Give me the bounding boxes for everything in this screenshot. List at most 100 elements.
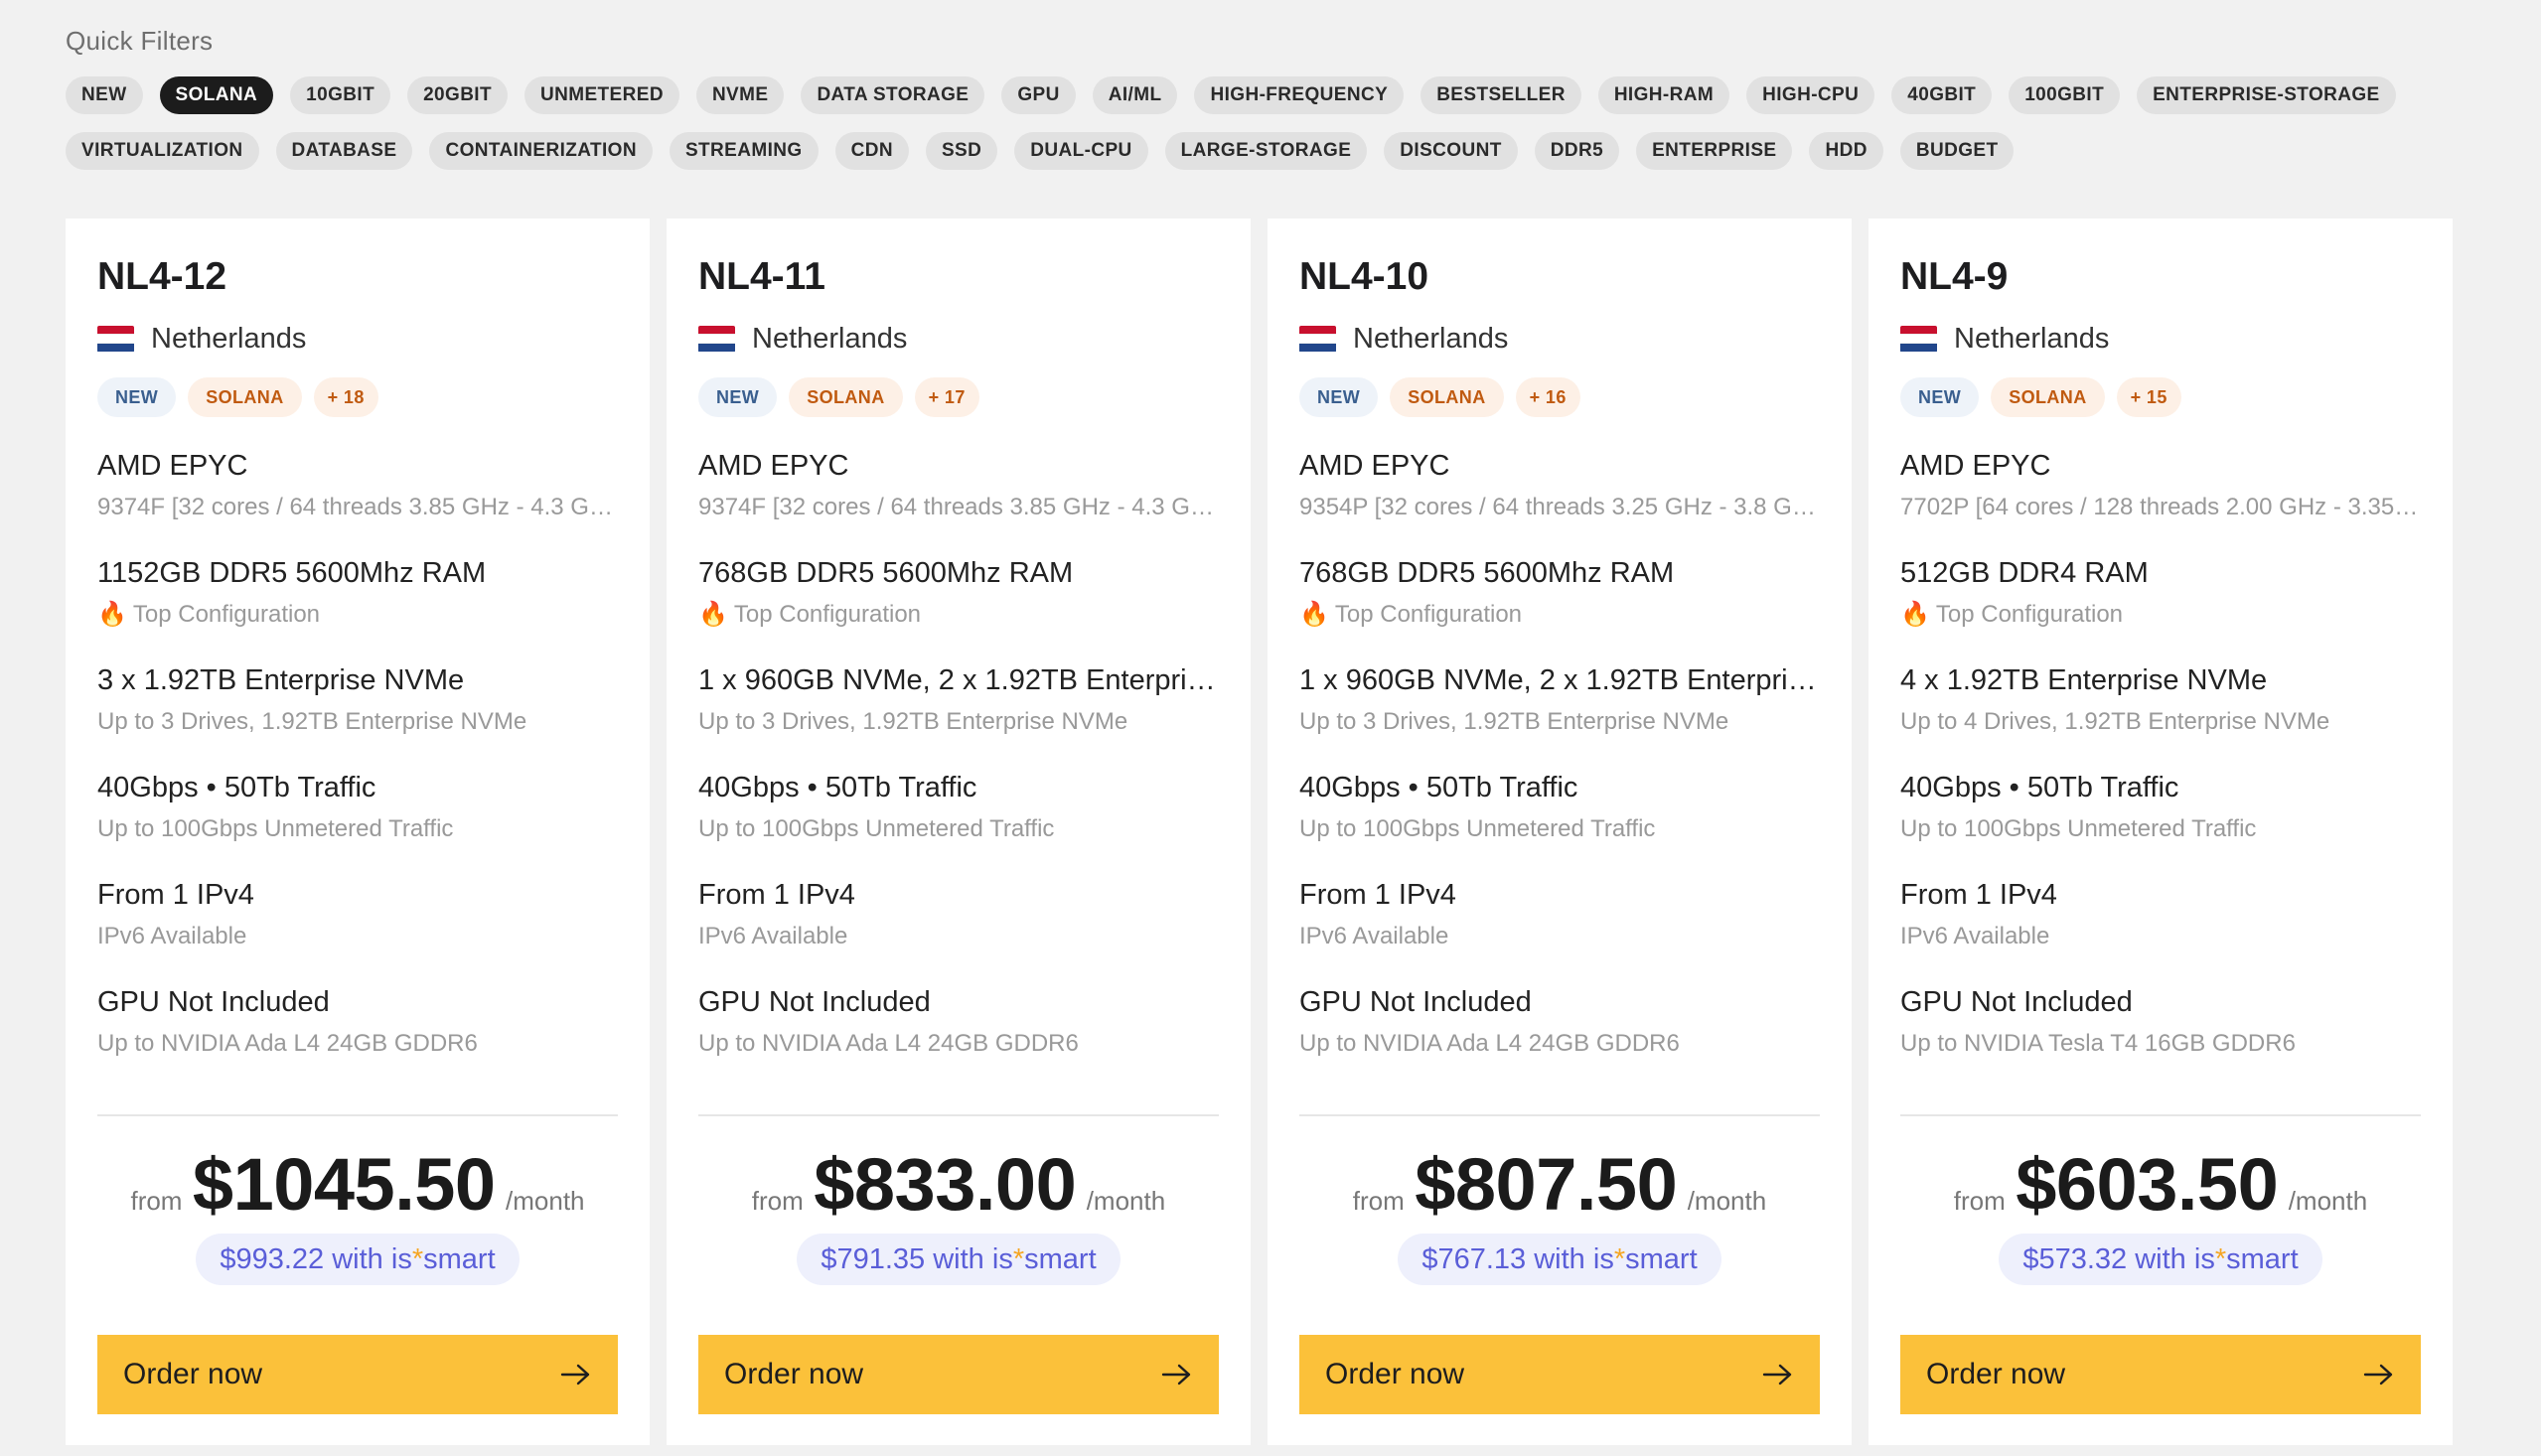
tag-more[interactable]: + 15 [2116, 377, 2181, 417]
smart-name: smart [423, 1243, 496, 1275]
server-card: NL4-12 Netherlands NEW SOLANA + 18 AMD E… [66, 218, 650, 1445]
server-title: NL4-9 [1900, 255, 2009, 298]
ram-label: 1152GB DDR5 5600Mhz RAM [97, 557, 487, 589]
price-period: /month [1086, 1186, 1166, 1216]
tag-solana: SOLANA [1991, 377, 2105, 417]
ram-label: 768GB DDR5 5600Mhz RAM [698, 557, 1074, 589]
price-value: $807.50 [1415, 1143, 1678, 1226]
filter-chip-cdn[interactable]: CDN [834, 132, 909, 170]
filter-chip-10gbit[interactable]: 10GBIT [290, 76, 391, 114]
price-row: from $807.50 /month [1268, 1142, 1852, 1227]
server-card-list: NL4-12 Netherlands NEW SOLANA + 18 AMD E… [66, 218, 2453, 1445]
spec-network: 40Gbps • 50Tb Traffic Up to 100Gbps Unme… [698, 769, 1219, 846]
filter-chip-unmetered[interactable]: UNMETERED [524, 76, 679, 114]
ip-label: From 1 IPv4 [698, 879, 855, 911]
spec-ram: 768GB DDR5 5600Mhz RAM 🔥 Top Configuratio… [1299, 554, 1820, 632]
filter-chip-database[interactable]: DATABASE [275, 132, 413, 170]
star-icon: * [411, 1243, 424, 1275]
order-now-button[interactable]: Order now [698, 1335, 1219, 1414]
spec-ram: 768GB DDR5 5600Mhz RAM 🔥 Top Configuratio… [698, 554, 1219, 632]
filter-chip-40gbit[interactable]: 40GBIT [1891, 76, 1993, 114]
filter-chip-streaming[interactable]: STREAMING [669, 132, 819, 170]
network-detail: Up to 100Gbps Unmetered Traffic [97, 815, 454, 842]
spec-network: 40Gbps • 50Tb Traffic Up to 100Gbps Unme… [1900, 769, 2421, 846]
filter-chip-virtualization[interactable]: VIRTUALIZATION [66, 132, 259, 170]
spec-cpu: AMD EPYC 7702P [64 cores / 128 threads 2… [1900, 447, 2421, 524]
filter-chip-hdd[interactable]: HDD [1809, 132, 1883, 170]
spec-cpu: AMD EPYC 9354P [32 cores / 64 threads 3.… [1299, 447, 1820, 524]
smart-price-text: $791.35 with is [821, 1243, 1013, 1275]
tag-list: NEW SOLANA + 17 [698, 377, 1219, 417]
ip-detail: IPv6 Available [1900, 923, 2050, 949]
filter-chip-ssd[interactable]: SSD [925, 132, 998, 170]
filter-chip-nvme[interactable]: NVME [695, 76, 785, 114]
tag-solana: SOLANA [789, 377, 903, 417]
card-divider [1299, 1114, 1820, 1116]
location-name: Netherlands [1954, 322, 2110, 355]
network-detail: Up to 100Gbps Unmetered Traffic [1900, 815, 2257, 842]
tag-more[interactable]: + 16 [1515, 377, 1580, 417]
server-card: NL4-9 Netherlands NEW SOLANA + 15 AMD EP… [1868, 218, 2453, 1445]
ram-label: 512GB DDR4 RAM [1900, 557, 2149, 589]
tag-new: NEW [97, 377, 177, 417]
storage-detail: Up to 3 Drives, 1.92TB Enterprise NVMe [1299, 708, 1729, 735]
filter-chip-discount[interactable]: DISCOUNT [1384, 132, 1518, 170]
spec-gpu: GPU Not Included Up to NVIDIA Ada L4 24G… [698, 983, 1219, 1061]
order-now-label: Order now [1926, 1358, 2066, 1390]
spec-cpu: AMD EPYC 9374F [32 cores / 64 threads 3.… [97, 447, 618, 524]
filter-chip-ai-ml[interactable]: AI/ML [1092, 76, 1178, 114]
arrow-right-icon [560, 1364, 590, 1385]
storage-label: 1 x 960GB NVMe, 2 x 1.92TB Enterprise NV… [1299, 664, 1820, 696]
tag-list: NEW SOLANA + 15 [1900, 377, 2421, 417]
storage-label: 4 x 1.92TB Enterprise NVMe [1900, 664, 2268, 696]
filter-chip-100gbit[interactable]: 100GBIT [2009, 76, 2121, 114]
network-detail: Up to 100Gbps Unmetered Traffic [698, 815, 1055, 842]
spec-ram: 1152GB DDR5 5600Mhz RAM 🔥 Top Configurati… [97, 554, 618, 632]
arrow-right-icon [1762, 1364, 1792, 1385]
fire-icon: 🔥 [698, 601, 728, 628]
cpu-detail: 9374F [32 cores / 64 threads 3.85 GHz - … [97, 494, 618, 520]
smart-price-wrap: $767.13 with is*smart [1268, 1234, 1852, 1285]
fire-icon: 🔥 [1900, 601, 1930, 628]
filter-chip-large-storage[interactable]: LARGE-STORAGE [1164, 132, 1368, 170]
price-period: /month [1687, 1186, 1767, 1216]
ram-detail: 🔥 Top Configuration [97, 598, 618, 632]
location: Netherlands [698, 314, 1219, 364]
ram-detail: 🔥 Top Configuration [1900, 598, 2421, 632]
price-value: $603.50 [2016, 1143, 2279, 1226]
price-value: $1045.50 [192, 1143, 496, 1226]
filter-chip-new[interactable]: NEW [66, 76, 143, 114]
filter-chip-dual-cpu[interactable]: DUAL-CPU [1014, 132, 1148, 170]
filter-chip-high-ram[interactable]: HIGH-RAM [1597, 76, 1730, 114]
tag-more[interactable]: + 18 [313, 377, 378, 417]
order-now-button[interactable]: Order now [97, 1335, 618, 1414]
filter-chip-enterprise[interactable]: ENTERPRISE [1636, 132, 1793, 170]
spec-ip: From 1 IPv4 IPv6 Available [97, 876, 618, 953]
filter-chip-data-storage[interactable]: DATA STORAGE [801, 76, 985, 114]
filter-chip-containerization[interactable]: CONTAINERIZATION [429, 132, 653, 170]
order-now-button[interactable]: Order now [1299, 1335, 1820, 1414]
filter-chip-gpu[interactable]: GPU [1001, 76, 1076, 114]
filter-chip-bestseller[interactable]: BESTSELLER [1420, 76, 1581, 114]
order-now-button[interactable]: Order now [1900, 1335, 2421, 1414]
card-divider [1900, 1114, 2421, 1116]
filter-chip-enterprise-storage[interactable]: ENTERPRISE-STORAGE [2137, 76, 2396, 114]
filter-chip-ddr5[interactable]: DDR5 [1534, 132, 1620, 170]
smart-price-text: $767.13 with is [1421, 1243, 1614, 1275]
filter-chip-solana[interactable]: SOLANA [159, 76, 274, 114]
location-name: Netherlands [1353, 322, 1509, 355]
netherlands-flag-icon [698, 325, 735, 353]
storage-detail: Up to 4 Drives, 1.92TB Enterprise NVMe [1900, 708, 2330, 735]
smart-name: smart [2226, 1243, 2299, 1275]
tag-solana: SOLANA [188, 377, 302, 417]
filter-chip-high-cpu[interactable]: HIGH-CPU [1746, 76, 1875, 114]
filter-row-1: NEW SOLANA 10GBIT 20GBIT UNMETERED NVME DATA S… [66, 76, 2450, 114]
filter-chip-high-frequency[interactable]: HIGH-FREQUENCY [1194, 76, 1405, 114]
filter-chip-budget[interactable]: BUDGET [1899, 132, 2015, 170]
card-divider [698, 1114, 1219, 1116]
filter-chip-20gbit[interactable]: 20GBIT [407, 76, 508, 114]
network-label: 40Gbps • 50Tb Traffic [1900, 772, 2179, 803]
ip-label: From 1 IPv4 [1299, 879, 1456, 911]
spec-gpu: GPU Not Included Up to NVIDIA Ada L4 24G… [97, 983, 618, 1061]
tag-more[interactable]: + 17 [914, 377, 979, 417]
